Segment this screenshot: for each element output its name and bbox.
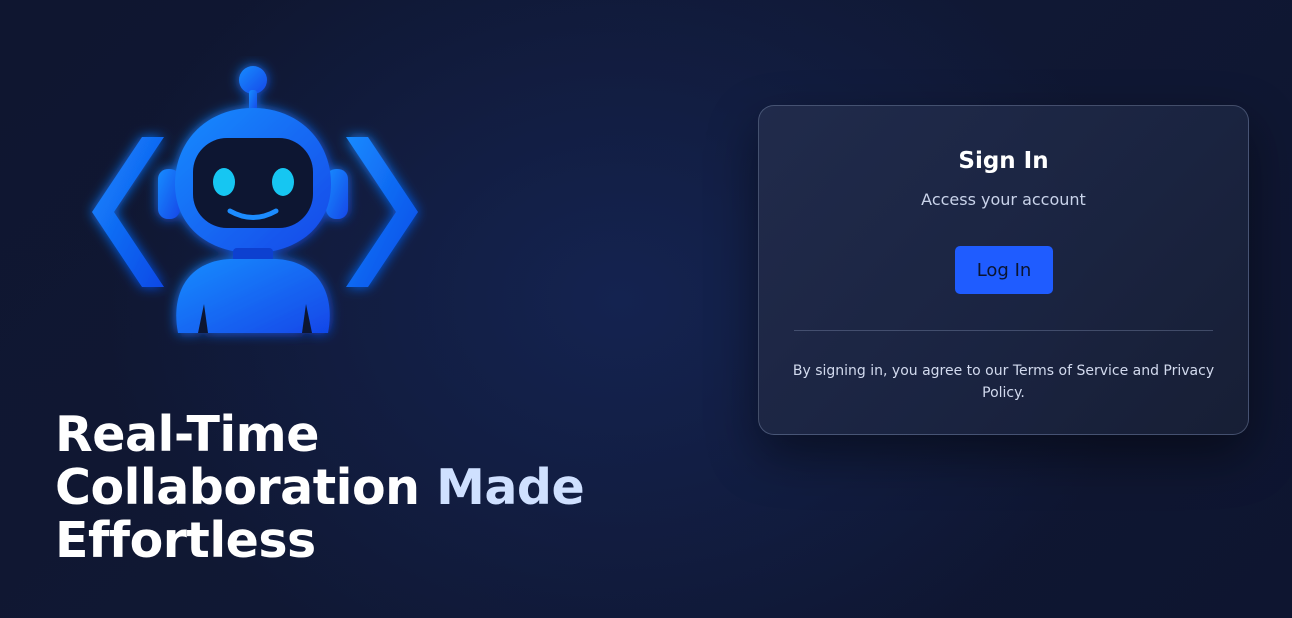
login-button[interactable]: Log In	[955, 246, 1053, 294]
hero-heading-line: Collaboration Made	[55, 461, 615, 514]
card-subtitle: Access your account	[921, 190, 1086, 209]
terms-notice: By signing in, you agree to our Terms of…	[792, 363, 1215, 401]
brand-logo	[80, 56, 430, 346]
robot-code-brackets-icon	[92, 66, 418, 333]
login-card: Sign In Access your account Log In By si…	[758, 105, 1249, 435]
hero-heading-text: Collaboration	[55, 459, 437, 516]
hero-heading-accent: Made	[436, 459, 585, 516]
hero-heading-line: Real-Time	[55, 406, 319, 463]
divider	[794, 330, 1213, 331]
hero-heading: Real-Time Collaboration Made Effortless	[55, 408, 615, 567]
card-title: Sign In	[958, 148, 1049, 174]
hero-heading-line: Effortless	[55, 512, 316, 569]
